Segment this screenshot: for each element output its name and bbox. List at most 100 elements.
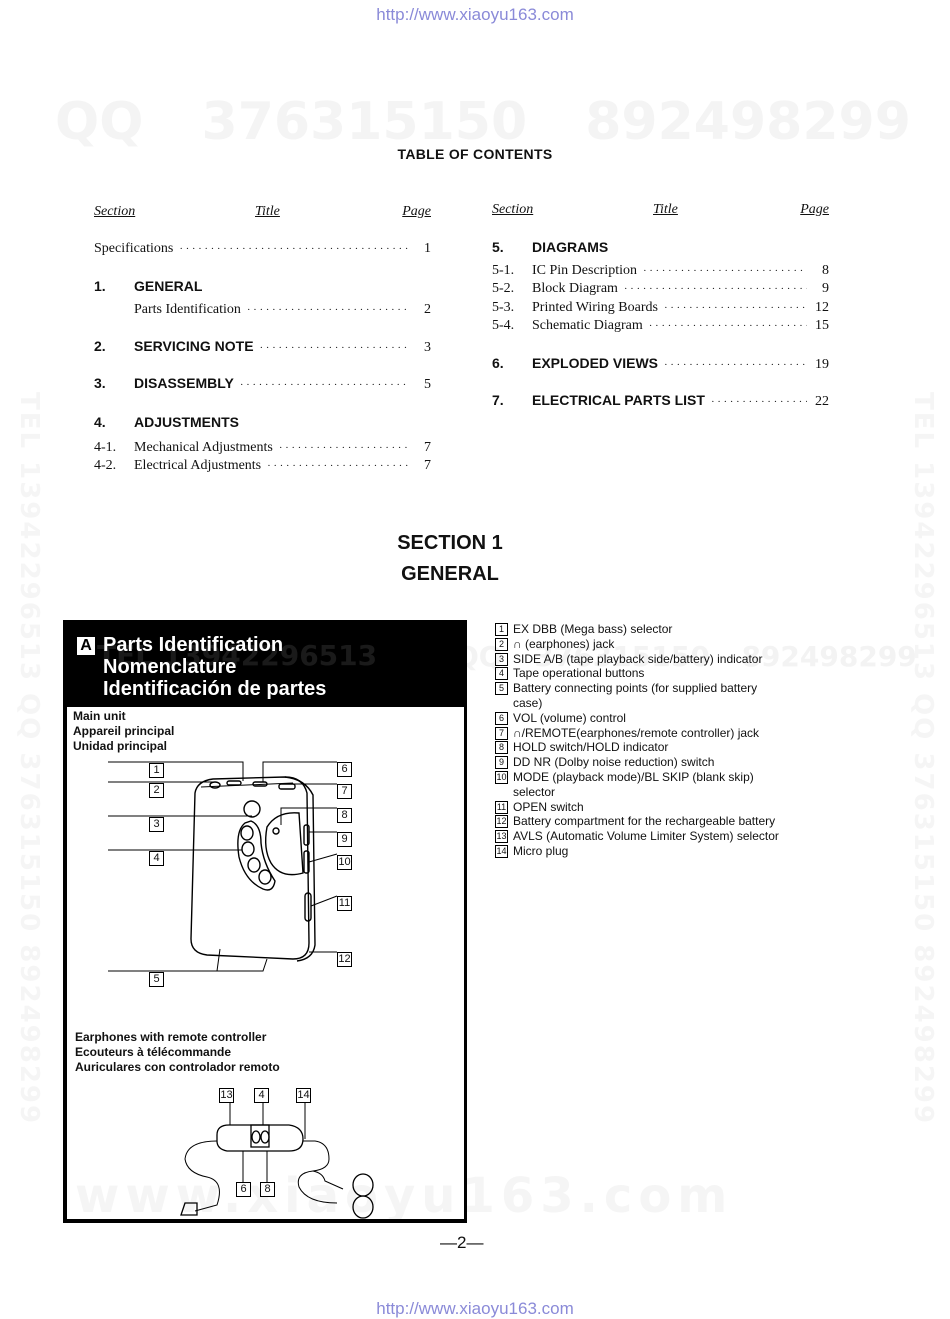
toc-entry-page: 2	[424, 302, 431, 317]
legend-item: 10 MODE (playback mode)/BL SKIP (blank sk…	[495, 770, 785, 800]
earphones-label-fr: Ecouteurs à télécommande	[75, 1045, 232, 1059]
section-heading: SECTION 1	[397, 532, 503, 554]
watermark-right: TEL 13942296513 QQ 376315150 892498299	[908, 392, 938, 1126]
toc-entry-number: 4-2.	[94, 458, 117, 473]
main-unit-labels: Main unit Appareil principal Unidad prin…	[73, 709, 174, 754]
page-number: —2—	[440, 1233, 484, 1252]
toc-entry-title: Mechanical Adjustments	[134, 440, 273, 455]
toc-leader-dots: ········································…	[239, 379, 409, 391]
legend-text: ∩ (earphones) jack	[513, 636, 615, 651]
parts-identification-box: A Parts Identification Nomenclature Iden…	[63, 620, 467, 1223]
toc-leader-dots: ········································…	[259, 342, 409, 354]
toc-leader-dots: ········································…	[648, 320, 807, 332]
toc-entry-page: 12	[815, 300, 829, 315]
earphones-label-en: Earphones with remote controller	[75, 1030, 267, 1044]
legend-item: 1 EX DBB (Mega bass) selector	[495, 622, 785, 637]
legend-item: 3 SIDE A/B (tape playback side/battery) i…	[495, 652, 785, 667]
toc-entry-page: 8	[822, 263, 829, 278]
toc-entry[interactable]: 2. SERVICING NOTE ························…	[94, 338, 431, 356]
legend-text: MODE (playback mode)/BL SKIP (blank skip…	[513, 769, 754, 799]
toc-entry-title: SERVICING NOTE	[134, 338, 254, 354]
legend-item: 12 Battery compartment for the rechargeab…	[495, 814, 785, 829]
toc-entry[interactable]: 4. ADJUSTMENTS	[94, 414, 431, 432]
legend-item: 8 HOLD switch/HOLD indicator	[495, 740, 785, 755]
watermark-left: TEL 13942296513 QQ 376315150 892498299	[14, 392, 44, 1126]
toc-leader-dots: ········································…	[664, 359, 807, 371]
toc-entry-number: 2.	[94, 338, 106, 354]
toc-entry-title: GENERAL	[134, 278, 203, 294]
watermark-top: QQ 376315150 892498299	[55, 92, 911, 152]
toc-header-page: Page	[402, 204, 431, 219]
toc-entry[interactable]: 5-1. IC Pin Description ··················…	[492, 263, 829, 281]
toc-entry[interactable]: 5-4. Schematic Diagram ···················…	[492, 318, 829, 336]
legend-item: 4 Tape operational buttons	[495, 666, 785, 681]
toc-entry-number: 1.	[94, 278, 106, 294]
legend-number: 6	[495, 711, 508, 725]
toc-entry-title: Schematic Diagram	[532, 318, 643, 333]
toc-entry-title: ELECTRICAL PARTS LIST	[532, 392, 705, 408]
toc-entry-number: 5-2.	[492, 281, 515, 296]
earbud-lower	[352, 1195, 374, 1219]
legend-item: 14 Micro plug	[495, 844, 785, 859]
toc-entry[interactable]: Specifications ··························…	[94, 241, 431, 259]
legend-text: HOLD switch/HOLD indicator	[513, 740, 669, 755]
legend-number: 11	[495, 800, 508, 814]
parts-box-header: A Parts Identification Nomenclature Iden…	[67, 623, 464, 707]
toc-entry[interactable]: 4-2. Electrical Adjustments ··············…	[94, 458, 431, 476]
legend-number: 13	[495, 830, 508, 844]
toc-leader-dots: ········································…	[663, 302, 807, 314]
toc-entry-page: 15	[815, 318, 829, 333]
toc-entry-number: 5.	[492, 239, 504, 255]
toc-entry-page: 19	[815, 357, 829, 372]
legend-number: 8	[495, 741, 508, 755]
toc-entry-number: 6.	[492, 355, 504, 371]
toc-entry-number: 5-1.	[492, 263, 515, 278]
legend-text: Battery compartment for the rechargeable…	[513, 814, 776, 829]
legend-item: 9 DD NR (Dolby noise reduction) switch	[495, 755, 785, 770]
toc-entry[interactable]: 3. DISASSEMBLY ···························…	[94, 375, 431, 393]
toc-leader-dots: ········································…	[643, 265, 807, 277]
legend-item: 5 Battery connecting points (for supplied…	[495, 681, 785, 711]
watermark-box-band: TEL 13942296513	[97, 639, 378, 672]
callout-6-remote: 6	[236, 1182, 251, 1197]
callout-4-remote: 4	[254, 1088, 269, 1103]
callout-3: 3	[149, 817, 164, 832]
legend-number: 12	[495, 815, 508, 829]
callout-5: 5	[149, 972, 164, 987]
header-url[interactable]: http://www.xiaoyu163.com	[0, 5, 950, 25]
legend-item: 13 AVLS (Automatic Volume Limiter System)…	[495, 829, 785, 844]
callout-13: 13	[219, 1088, 234, 1103]
toc-entry-page: 5	[424, 377, 431, 392]
footer-url[interactable]: http://www.xiaoyu163.com	[0, 1299, 950, 1319]
callout-11: 11	[337, 896, 352, 911]
toc-entry[interactable]: 5-3. Printed Wiring Boards ···············…	[492, 300, 829, 318]
toc-entry-title: EXPLODED VIEWS	[532, 355, 659, 371]
legend-text: EX DBB (Mega bass) selector	[513, 622, 673, 636]
callout-14: 14	[296, 1088, 311, 1103]
legend-item: 6 VOL (volume) control	[495, 711, 785, 726]
main-unit-label-en: Main unit	[73, 709, 126, 723]
toc-entry-number: 3.	[94, 375, 106, 391]
toc-entry-title: Block Diagram	[532, 281, 618, 296]
callout-8-remote: 8	[260, 1182, 275, 1197]
legend-number: 14	[495, 844, 508, 858]
toc-entry[interactable]: 5-2. Block Diagram ·······················…	[492, 281, 829, 299]
toc-entry[interactable]: 5. DIAGRAMS	[492, 239, 829, 257]
legend-number: 5	[495, 682, 508, 696]
callout-12: 12	[337, 952, 352, 967]
toc-entry[interactable]: Parts Identification ····················…	[94, 302, 431, 320]
toc-entry[interactable]: 4-1. Mechanical Adjustments ··············…	[94, 440, 431, 458]
toc-entry-title: Printed Wiring Boards	[532, 300, 658, 315]
toc-entry[interactable]: 6. EXPLODED VIEWS ························…	[492, 355, 829, 373]
legend-text: Battery connecting points (for supplied …	[513, 681, 758, 710]
toc-entry-title: Parts Identification	[134, 302, 241, 317]
callout-2: 2	[149, 783, 164, 798]
legend-number: 7	[495, 726, 508, 740]
toc-entry[interactable]: 1. GENERAL	[94, 278, 431, 296]
legend-item: 7 ∩/REMOTE(earphones/remote controller) j…	[495, 726, 785, 741]
earphones-label-es: Auriculares con controlador remoto	[75, 1060, 280, 1074]
legend-number: 2	[495, 637, 508, 651]
earbud-upper	[352, 1173, 374, 1197]
toc-entry[interactable]: 7. ELECTRICAL PARTS LIST ·················…	[492, 392, 829, 410]
toc-header-section: Section	[94, 204, 136, 219]
